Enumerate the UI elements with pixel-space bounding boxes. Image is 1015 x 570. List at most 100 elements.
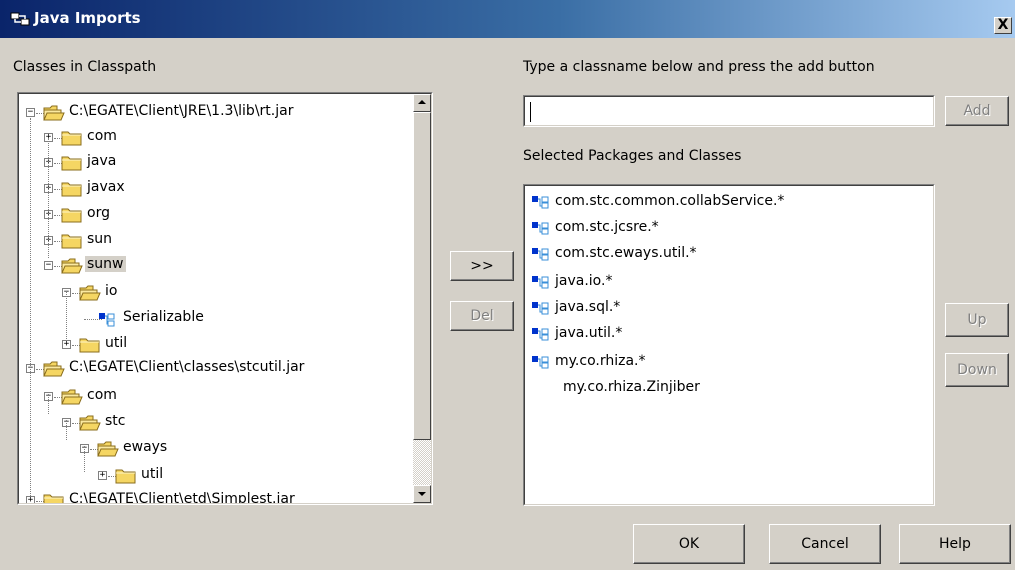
folder-open-icon: [79, 285, 101, 301]
tree-node[interactable]: Serializable: [19, 308, 415, 334]
scroll-thumb[interactable]: [413, 112, 431, 440]
list-item-label: java.util.*: [555, 325, 623, 341]
list-item[interactable]: my.co.rhiza.*: [531, 352, 927, 376]
tree-node[interactable]: + javax: [19, 178, 415, 204]
list-item-label: com.stc.eways.util.*: [555, 245, 697, 261]
folder-open-icon: [43, 361, 65, 377]
list-item-label: my.co.rhiza.Zinjiber: [563, 379, 700, 395]
tree-guide-line: [84, 446, 85, 472]
folder-open-icon: [43, 105, 65, 121]
expand-icon[interactable]: +: [26, 496, 35, 503]
tree-content: − C:\EGATE\Client\JRE\1.3\lib\rt.jar + com +…: [19, 94, 415, 503]
window-title: Java Imports: [34, 9, 141, 27]
tree-node-label: java: [87, 153, 117, 169]
collapse-icon[interactable]: −: [44, 261, 53, 270]
move-down-button[interactable]: Down: [945, 353, 1009, 387]
scroll-down-button[interactable]: [413, 485, 431, 503]
selected-label: Selected Packages and Classes: [523, 148, 742, 164]
list-item[interactable]: com.stc.eways.util.*: [531, 244, 927, 268]
tree-node-label: C:\EGATE\Client\classes\stcutil.jar: [69, 359, 305, 375]
scroll-up-button[interactable]: [413, 94, 431, 112]
tree-node-label: Serializable: [123, 309, 204, 325]
package-icon: [532, 222, 549, 235]
tree-guide-line: [48, 138, 49, 258]
package-icon: [532, 196, 549, 209]
expand-icon[interactable]: +: [98, 471, 107, 480]
package-icon: [532, 356, 549, 369]
folder-icon: [61, 182, 82, 197]
folder-open-icon: [79, 415, 101, 431]
tree-node[interactable]: + util: [19, 334, 415, 360]
collapse-icon[interactable]: −: [26, 108, 35, 117]
package-icon: [532, 248, 549, 261]
folder-icon: [61, 131, 82, 146]
classname-input-frame: [523, 95, 935, 127]
classpath-tree[interactable]: − C:\EGATE\Client\JRE\1.3\lib\rt.jar + com +…: [17, 92, 433, 505]
classname-input[interactable]: [529, 101, 929, 123]
tree-node[interactable]: + sun: [19, 230, 415, 256]
delete-button[interactable]: Del: [450, 301, 514, 331]
tree-node[interactable]: − sunw: [19, 255, 415, 281]
folder-icon: [43, 494, 64, 503]
folder-open-icon: [61, 389, 83, 405]
add-button[interactable]: Add: [945, 96, 1009, 126]
tree-guide-line: [48, 394, 49, 414]
folder-icon: [115, 469, 136, 484]
tree-node[interactable]: + C:\EGATE\Client\etd\Simplest.jar: [19, 490, 415, 503]
tree-node[interactable]: − io: [19, 282, 415, 308]
tree-node-label: io: [105, 283, 118, 299]
folder-open-icon: [97, 441, 119, 457]
add-to-selection-button[interactable]: >>: [450, 251, 514, 281]
tree-guide-line: [30, 118, 31, 496]
list-item[interactable]: com.stc.common.collabService.*: [531, 192, 927, 216]
tree-node-label: com: [87, 387, 117, 403]
tree-node-label: sun: [87, 231, 113, 247]
folder-icon: [79, 338, 100, 353]
package-icon: [532, 328, 549, 341]
tree-scrollbar[interactable]: [413, 94, 431, 503]
tree-node-label: javax: [87, 179, 125, 195]
tree-node[interactable]: + util: [19, 465, 415, 491]
tree-node[interactable]: + java: [19, 152, 415, 178]
package-icon: [532, 276, 549, 289]
tree-node-label: C:\EGATE\Client\JRE\1.3\lib\rt.jar: [69, 103, 294, 119]
list-item-label: java.sql.*: [555, 299, 621, 315]
arrow-down-icon: [418, 492, 426, 496]
move-up-button[interactable]: Up: [945, 303, 1009, 337]
tree-node[interactable]: − C:\EGATE\Client\JRE\1.3\lib\rt.jar: [19, 102, 415, 128]
arrow-up-icon: [418, 100, 426, 104]
list-item[interactable]: java.sql.*: [531, 298, 927, 322]
list-item[interactable]: my.co.rhiza.Zinjiber: [531, 378, 927, 402]
java-imports-dialog: Java Imports X Classes in Classpath − C:\…: [0, 0, 1015, 570]
instruction-label: Type a classname below and press the add…: [523, 59, 875, 75]
tree-guide-line: [66, 291, 67, 341]
cancel-button[interactable]: Cancel: [769, 524, 881, 564]
tree-node-label: sunw: [85, 256, 126, 272]
tree-node[interactable]: + com: [19, 127, 415, 153]
selected-list-content: com.stc.common.collabService.* com.stc.jc…: [525, 186, 933, 504]
java-imports-icon: [10, 12, 30, 26]
help-button[interactable]: Help: [899, 524, 1011, 564]
close-button[interactable]: X: [994, 17, 1012, 34]
tree-node[interactable]: − stc: [19, 412, 415, 438]
text-cursor: [530, 102, 531, 122]
tree-node[interactable]: − com: [19, 386, 415, 412]
folder-icon: [61, 234, 82, 249]
selected-list[interactable]: com.stc.common.collabService.* com.stc.jc…: [523, 184, 935, 506]
ok-button[interactable]: OK: [633, 524, 745, 564]
list-item[interactable]: java.io.*: [531, 272, 927, 296]
class-icon: [99, 313, 115, 327]
title-bar[interactable]: Java Imports X: [0, 0, 1015, 38]
tree-node-label: util: [141, 466, 164, 482]
tree-node[interactable]: − eways: [19, 438, 415, 464]
expand-icon[interactable]: +: [62, 340, 71, 349]
folder-icon: [61, 208, 82, 223]
folder-icon: [61, 156, 82, 171]
tree-node-label: stc: [105, 413, 126, 429]
list-item[interactable]: com.stc.jcsre.*: [531, 218, 927, 242]
list-item[interactable]: java.util.*: [531, 324, 927, 348]
tree-node[interactable]: − C:\EGATE\Client\classes\stcutil.jar: [19, 358, 415, 384]
folder-open-icon: [61, 258, 83, 274]
tree-node[interactable]: + org: [19, 204, 415, 230]
list-item-label: my.co.rhiza.*: [555, 353, 646, 369]
